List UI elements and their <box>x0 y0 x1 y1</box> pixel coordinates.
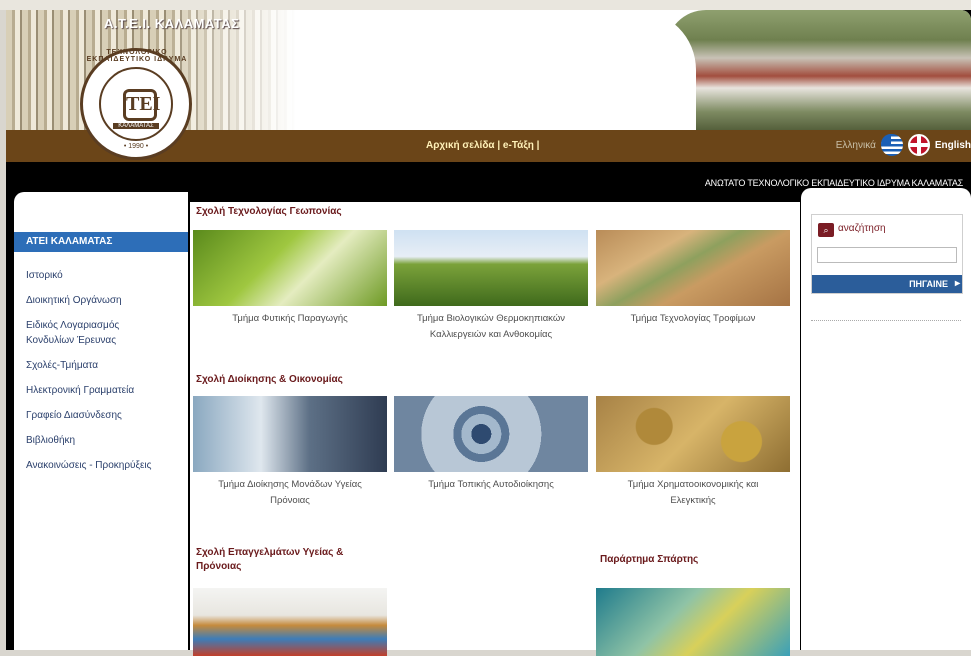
search-title: αναζήτηση <box>838 223 886 234</box>
sidebar-item-schools-departments[interactable]: Σχολές-Τμήματα <box>26 358 156 373</box>
section-title-agriculture[interactable]: Σχολή Τεχνολογίας Γεωπονίας <box>196 206 342 217</box>
sidebar-item-history[interactable]: Ιστορικό <box>26 268 156 283</box>
health-school-image[interactable] <box>193 588 387 656</box>
department-caption[interactable]: Τμήμα Βιολογικών Θερμοκηπιακών Καλλιεργε… <box>394 311 588 343</box>
lang-greek-link[interactable]: Ελληνικά <box>836 140 876 151</box>
sidebar-heading[interactable]: ΑΤΕΙ ΚΑΛΑΜΑΤΑΣ <box>14 232 188 252</box>
institution-logo[interactable]: ΤΕΧΝΟΛΟΓΙΚΟ ΕΚΠΑΙΔΕΥΤΙΚΟ ΙΔΡΥΜΑ ΤΕΙ ΚΑΛΑ… <box>80 48 192 160</box>
browser-top-strip <box>0 0 971 10</box>
uk-flag-icon[interactable] <box>907 134 930 156</box>
sidebar-menu: Ιστορικό Διοικητική Οργάνωση Ειδικός Λογ… <box>26 268 156 483</box>
sidebar-item-library[interactable]: Βιβλιοθήκη <box>26 433 156 448</box>
department-card[interactable]: Τμήμα Τοπικής Αυτοδιοίκησης <box>394 396 588 493</box>
sidebar-item-announcements[interactable]: Ανακοινώσεις - Προκηρύξεις <box>26 458 156 473</box>
department-card[interactable]: Τμήμα Χρηματοοικονομικής και Ελεγκτικής <box>596 396 790 509</box>
department-caption[interactable]: Τμήμα Τοπικής Αυτοδιοίκησης <box>394 477 588 493</box>
institution-name: ΑΝΩΤΑΤΟ ΤΕΧΝΟΛΟΓΙΚΟ ΕΚΠΑΙΔΕΥΤΙΚΟ ΙΔΡΥΜΑ … <box>704 178 963 188</box>
logo-mark: ΤΕΙ <box>123 89 160 121</box>
campus-photo <box>666 10 971 130</box>
lang-english-link[interactable]: English <box>935 140 971 151</box>
right-sidebar: ⌕ αναζήτηση ΠΗΓΑΙΝΕ <box>801 188 971 650</box>
greek-flag-icon[interactable] <box>880 134 903 156</box>
greenhouse-crops-image[interactable] <box>394 230 588 306</box>
sidebar-item-liaison-office[interactable]: Γραφείο Διασύνδεσης <box>26 408 156 423</box>
sidebar-item-administration[interactable]: Διοικητική Οργάνωση <box>26 293 156 308</box>
health-units-image[interactable] <box>193 396 387 472</box>
sparta-branch-image[interactable] <box>596 588 790 656</box>
department-card[interactable]: Τμήμα Βιολογικών Θερμοκηπιακών Καλλιεργε… <box>394 230 588 343</box>
department-caption[interactable]: Τμήμα Διοίκησης Μονάδων Υγείας Πρόνοιας <box>193 477 387 509</box>
nav-links: Αρχική σελίδα | e-Τάξη | <box>426 140 539 151</box>
department-card[interactable] <box>193 588 387 656</box>
section-title-sparta[interactable]: Παράρτημα Σπάρτης <box>600 554 698 565</box>
sidebar-item-e-secretariat[interactable]: Ηλεκτρονική Γραμματεία <box>26 383 156 398</box>
search-go-button[interactable]: ΠΗΓΑΙΝΕ <box>812 275 962 293</box>
logo-inner-circle: ΤΕΙ ΚΑΛΑΜΑΤΑΣ <box>99 67 173 141</box>
divider <box>811 320 961 321</box>
nav-etaxi-link[interactable]: e-Τάξη <box>503 140 534 151</box>
plant-production-image[interactable] <box>193 230 387 306</box>
logo-ring-text: ΤΕΧΝΟΛΟΓΙΚΟ ΕΚΠΑΙΔΕΥΤΙΚΟ ΙΔΡΥΜΑ <box>86 49 188 63</box>
nav-home-link[interactable]: Αρχική σελίδα <box>426 140 495 151</box>
finance-coins-image[interactable] <box>596 396 790 472</box>
nav-separator: | <box>497 140 501 151</box>
section-title-health[interactable]: Σχολή Επαγγελμάτων Υγείας & Πρόνοιας <box>196 546 366 574</box>
logo-label: ΚΑΛΑΜΑΤΑΣ <box>113 123 159 129</box>
section-title-management[interactable]: Σχολή Διοίκησης & Οικονομίας <box>196 374 343 385</box>
page-frame: Α.Τ.Ε.Ι. ΚΑΛΑΜΑΤΑΣ ΤΕΧΝΟΛΟΓΙΚΟ ΕΚΠΑΙΔΕΥΤ… <box>6 10 971 656</box>
search-box: ⌕ αναζήτηση ΠΗΓΑΙΝΕ <box>811 214 963 294</box>
department-caption[interactable]: Τμήμα Φυτικής Παραγωγής <box>193 311 387 327</box>
food-technology-image[interactable] <box>596 230 790 306</box>
department-card[interactable]: Τμήμα Φυτικής Παραγωγής <box>193 230 387 327</box>
nav-trailing-separator: | <box>536 140 540 151</box>
search-input[interactable] <box>817 247 957 263</box>
logo-year: • 1990 • <box>123 143 149 150</box>
department-card[interactable]: Τμήμα Διοίκησης Μονάδων Υγείας Πρόνοιας <box>193 396 387 509</box>
site-title: Α.Τ.Ε.Ι. ΚΑΛΑΜΑΤΑΣ <box>104 16 240 31</box>
department-card[interactable] <box>596 588 790 656</box>
main-content: Σχολή Τεχνολογίας Γεωπονίας Τμήμα Φυτική… <box>190 202 800 656</box>
department-caption[interactable]: Τμήμα Χρηματοοικονομικής και Ελεγκτικής <box>596 477 790 509</box>
sidebar-item-research-account[interactable]: Ειδικός Λογαριασμός Κονδυλίων Έρευνας <box>26 318 156 348</box>
local-government-image[interactable] <box>394 396 588 472</box>
department-card[interactable]: Τμήμα Τεχνολογίας Τροφίμων <box>596 230 790 327</box>
language-switcher: Ελληνικά English <box>836 134 971 156</box>
department-caption[interactable]: Τμήμα Τεχνολογίας Τροφίμων <box>596 311 790 327</box>
left-sidebar: ΑΤΕΙ ΚΑΛΑΜΑΤΑΣ Ιστορικό Διοικητική Οργάν… <box>14 192 188 650</box>
search-icon: ⌕ <box>818 223 834 237</box>
